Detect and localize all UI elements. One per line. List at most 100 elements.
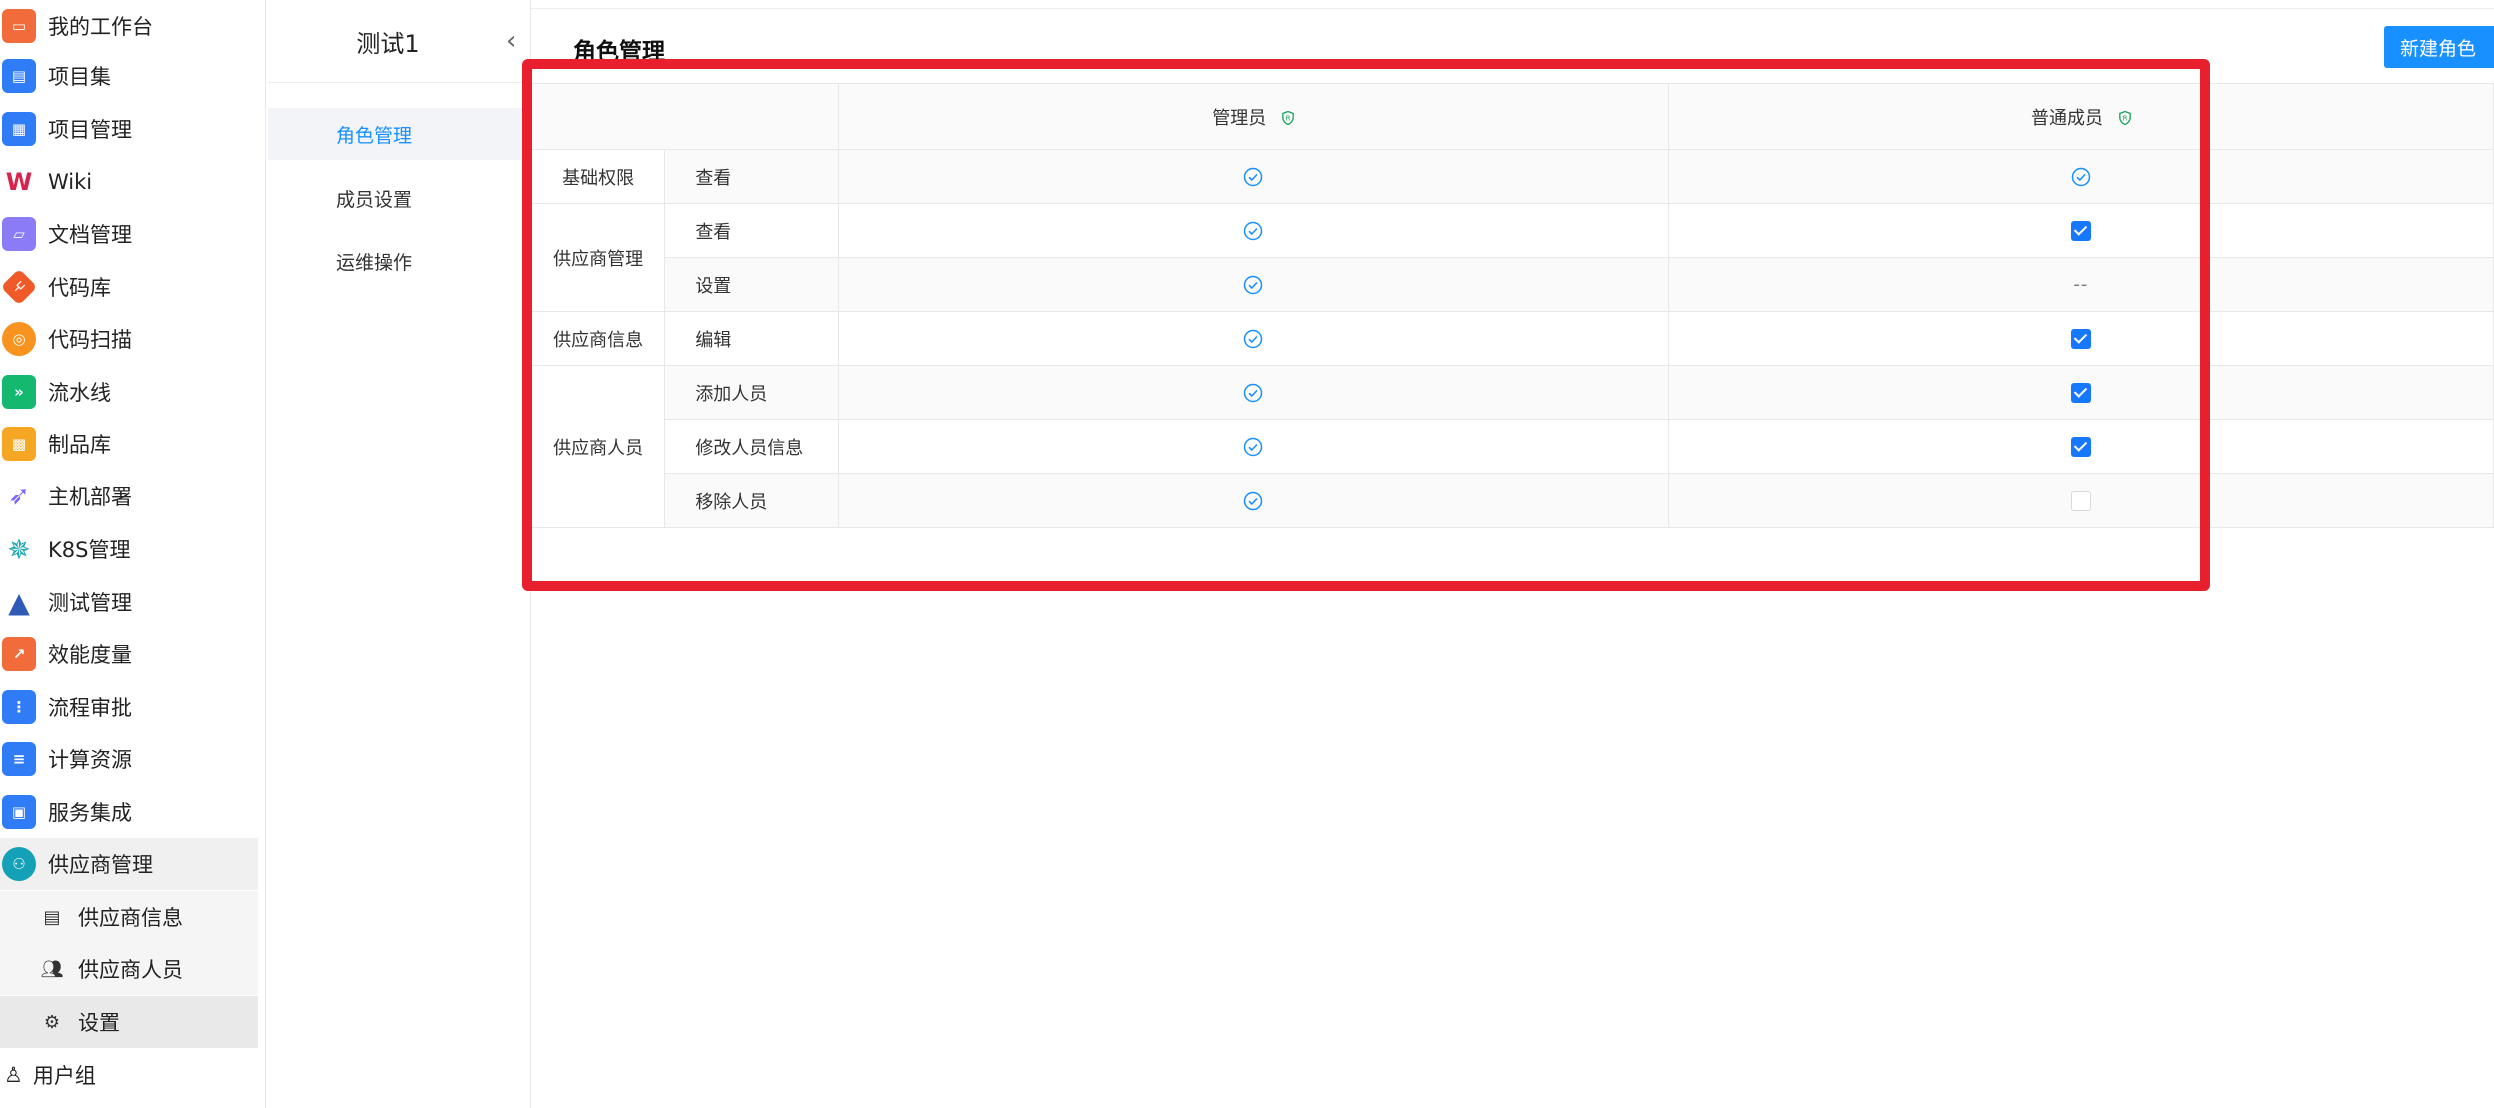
project-title: 测试1 <box>356 30 420 58</box>
permission-checkbox[interactable] <box>2070 383 2091 403</box>
member-value-cell <box>1667 311 2494 366</box>
page-title: 角色管理 <box>573 39 665 65</box>
nav-item-metrics[interactable]: ↗ 效能度量 <box>0 628 258 680</box>
check-circle-icon <box>1243 491 1263 511</box>
permission-checkbox[interactable] <box>2070 329 2091 349</box>
svg-text:R: R <box>1286 114 1291 122</box>
nav-label: Wiki <box>48 170 93 194</box>
nav-subitem-supplier-staff[interactable]: 👥︎ 供应商人员 <box>0 943 258 995</box>
nav-item-workbench[interactable]: ▭ 我的工作台 <box>0 0 258 52</box>
chip-icon: ▣ <box>2 795 36 829</box>
nav-item-supplier-management[interactable]: ⚇ 供应商管理 <box>0 838 258 890</box>
check-circle-icon <box>1243 437 1263 457</box>
nav-item-code-scan[interactable]: ◎ 代码扫描 <box>0 313 258 365</box>
permission-cell: 查看 <box>664 203 839 258</box>
column-header-label: 管理员 <box>1212 107 1267 129</box>
nav-label: 项目集 <box>48 65 111 89</box>
member-value-cell <box>1667 473 2494 528</box>
divider <box>268 82 530 83</box>
svg-text:R: R <box>2122 114 2127 122</box>
new-role-button[interactable]: 新建角色 <box>2384 26 2494 68</box>
project-management-icon: ▦ <box>2 112 36 146</box>
nav-label: 设置 <box>78 1011 120 1035</box>
member-value-cell: -- <box>1667 257 2494 312</box>
permission-table: 管理员 R 普通成员 R 基础权限 查看 供应商管理 查看 设置 -- 供应商信… <box>530 83 2494 528</box>
nav-item-project-management[interactable]: ▦ 项目管理 <box>0 103 258 155</box>
check-circle-icon <box>1243 383 1263 403</box>
member-value-cell <box>1667 203 2494 258</box>
subnav-role-management[interactable]: 角色管理 <box>268 108 530 160</box>
user-icon: ♙ <box>4 1063 23 1087</box>
chevron-left-icon[interactable]: ‹ <box>506 26 516 56</box>
permission-cell: 修改人员信息 <box>664 419 839 474</box>
nav-item-approval[interactable]: ⋮ 流程审批 <box>0 681 258 733</box>
admin-value-cell <box>837 419 1669 474</box>
nav-label: 代码扫描 <box>48 328 132 352</box>
table-row: 修改人员信息 <box>532 419 2494 474</box>
group-cell: 供应商管理 <box>530 203 666 312</box>
check-circle-icon <box>1243 329 1263 349</box>
code-repo-icon: ⑂ <box>0 268 38 306</box>
rocket-icon: ➶ <box>2 479 36 513</box>
code-scan-icon: ◎ <box>2 322 36 356</box>
nav-item-integration[interactable]: ▣ 服务集成 <box>0 786 258 838</box>
admin-value-cell <box>837 365 1669 420</box>
permission-checkbox[interactable] <box>2070 491 2091 511</box>
permission-cell: 查看 <box>664 149 839 204</box>
flask-icon: ▲ <box>2 585 36 619</box>
admin-value-cell <box>837 149 1669 204</box>
subnav-ops[interactable]: 运维操作 <box>268 235 530 287</box>
nav-label: K8S管理 <box>48 538 131 562</box>
nav-item-document[interactable]: ▱ 文档管理 <box>0 208 258 260</box>
permission-cell: 移除人员 <box>664 473 839 528</box>
nav-label: 测试管理 <box>48 591 132 615</box>
wiki-icon: W <box>2 165 36 199</box>
supplier-icon: ⚇ <box>2 847 36 881</box>
nav-item-project-set[interactable]: ▤ 项目集 <box>0 50 258 102</box>
permission-cell: 编辑 <box>664 311 839 366</box>
nav-item-artifact[interactable]: ▩ 制品库 <box>0 418 258 470</box>
nav-item-test[interactable]: ▲ 测试管理 <box>0 576 258 628</box>
nav-label: 文档管理 <box>48 223 132 247</box>
nav-item-user-group[interactable]: ♙ 用户组 <box>0 1049 258 1101</box>
nav-item-host-deploy[interactable]: ➶ 主机部署 <box>0 470 258 522</box>
admin-value-cell <box>837 257 1669 312</box>
table-header-empty <box>531 83 839 150</box>
subnav-member-settings[interactable]: 成员设置 <box>268 172 530 224</box>
table-row: 供应商人员 添加人员 <box>530 365 2494 528</box>
nav-label: 供应商人员 <box>78 958 183 982</box>
project-settings-panel: 测试1 ‹ 角色管理 成员设置 运维操作 <box>268 0 531 1108</box>
nav-label: 我的工作台 <box>48 15 153 39</box>
nav-item-k8s[interactable]: ✵ K8S管理 <box>0 523 258 575</box>
nav-item-code-repo[interactable]: ⑂ 代码库 <box>0 261 258 313</box>
not-applicable-dash: -- <box>2073 274 2089 295</box>
approval-icon: ⋮ <box>2 690 36 724</box>
nav-subitem-settings[interactable]: ⚙ 设置 <box>0 996 258 1048</box>
people-icon: 👥︎ <box>40 958 64 980</box>
nav-label: 流水线 <box>48 381 111 405</box>
compute-icon: ≡ <box>2 742 36 776</box>
main-navigation: ▭ 我的工作台 ▤ 项目集 ▦ 项目管理 W Wiki ▱ 文档管理 ⑂ 代码库… <box>0 0 266 1108</box>
check-circle-icon <box>1243 275 1263 295</box>
nav-item-pipeline[interactable]: » 流水线 <box>0 366 258 418</box>
check-circle-icon <box>1243 167 1263 187</box>
group-cell: 供应商信息 <box>530 311 666 366</box>
table-row: 移除人员 <box>532 473 2494 528</box>
table-row: 供应商管理 查看 <box>530 203 2494 312</box>
nav-label: 效能度量 <box>48 643 132 667</box>
member-value-cell <box>1667 419 2494 474</box>
kubernetes-icon: ✵ <box>2 532 36 566</box>
permission-checkbox[interactable] <box>2070 437 2091 457</box>
column-header-admin: 管理员 R <box>837 83 1669 150</box>
permission-checkbox[interactable] <box>2070 221 2091 241</box>
permission-cell: 设置 <box>664 257 839 312</box>
nav-label: 代码库 <box>48 276 111 300</box>
table-row: 设置 -- <box>532 257 2494 312</box>
nav-item-wiki[interactable]: W Wiki <box>0 156 258 208</box>
group-cell: 基础权限 <box>530 149 666 204</box>
nav-subitem-supplier-info[interactable]: ▤ 供应商信息 <box>0 891 258 943</box>
group-cell: 供应商人员 <box>530 365 666 528</box>
nav-label: 计算资源 <box>48 748 132 772</box>
nav-label: 用户组 <box>32 1064 96 1088</box>
nav-item-compute[interactable]: ≡ 计算资源 <box>0 733 258 785</box>
